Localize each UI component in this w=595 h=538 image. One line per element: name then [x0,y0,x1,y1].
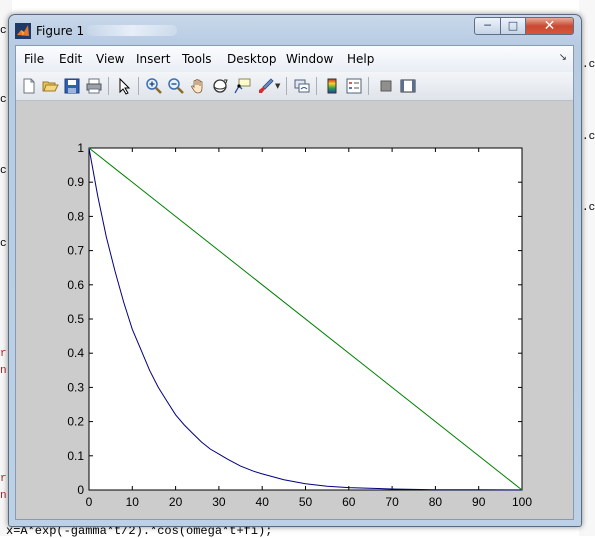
close-button[interactable]: ✕ [525,17,574,35]
minimize-button[interactable]: ─ [474,17,501,35]
y-tick-label: 0 [77,483,84,497]
y-tick-label: 0.2 [67,415,84,429]
rotate-3d-icon[interactable] [211,77,229,95]
hide-plot-tools-icon[interactable] [377,77,395,95]
axes-area: 0 10 20 30 40 50 60 70 80 90 100 0 0.1 0.2 0.3 0.4 0.5 0.… [16,101,573,519]
toolbar-separator [368,77,369,95]
save-icon[interactable] [63,77,81,95]
menu-insert[interactable]: Insert [136,52,170,66]
y-tick-label: 0.5 [67,312,84,326]
editor-left-mark: r [0,473,7,485]
menu-bar: File Edit View Insert Tools Desktop Wind… [16,46,573,73]
menu-tools[interactable]: Tools [182,52,212,66]
print-icon[interactable] [85,77,103,95]
menu-window[interactable]: Window [286,52,333,66]
toolbar-separator [316,77,317,95]
figure-window: Figure 1 ─ □ ✕ File Edit View Insert Too… [8,14,582,527]
editor-left-mark: n [0,365,7,377]
editor-left-mark: r [0,348,7,360]
menu-edit[interactable]: Edit [59,52,82,66]
editor-left-mark: c [0,94,7,106]
x-tick-label: 80 [429,495,443,509]
maximize-button[interactable]: □ [500,17,526,35]
x-tick-label: 100 [512,495,532,509]
y-tick-label: 0.9 [67,175,84,189]
x-tick-label: 30 [212,495,226,509]
y-tick-label: 0.3 [67,380,84,394]
editor-right-mark: .c [582,59,595,71]
x-tick-label: 60 [342,495,356,509]
maximize-icon: □ [507,19,519,32]
x-tick-label: 50 [299,495,313,509]
y-tick-label: 0.7 [67,244,84,258]
y-tick-label: 0.4 [67,346,84,360]
x-tick-label: 0 [86,495,93,509]
x-tick-label: 40 [256,495,270,509]
toolbar-separator [286,77,287,95]
editor-left-mark: c [0,25,7,37]
toolbar-separator [108,77,109,95]
new-figure-icon[interactable] [20,77,38,95]
show-plot-tools-icon[interactable] [399,77,417,95]
x-tick-label: 10 [126,495,140,509]
editor-right-mark: .c [582,131,595,143]
link-plot-icon[interactable] [293,77,311,95]
zoom-out-icon[interactable] [167,77,185,95]
menu-help[interactable]: Help [347,52,374,66]
data-cursor-icon[interactable] [233,77,251,95]
minimize-icon: ─ [484,19,491,32]
menu-view[interactable]: View [96,52,124,66]
x-tick-label: 70 [385,495,399,509]
toolbar-separator [138,77,139,95]
editor-left-mark: n [0,490,7,502]
line-chart[interactable]: 0 10 20 30 40 50 60 70 80 90 100 0 0.1 0.2 0.3 0.4 0.5 0.… [16,101,573,519]
arrow-icon[interactable]: ↘ [559,52,567,63]
editor-left-mark: c [0,238,7,250]
y-tick-label: 1 [77,141,84,155]
y-tick-label: 0.1 [67,449,84,463]
legend-icon[interactable] [345,77,363,95]
pan-hand-icon[interactable] [189,77,207,95]
figure-client-area: File Edit View Insert Tools Desktop Wind… [15,45,574,520]
window-title: Figure 1 [36,24,85,38]
title-blur [87,25,177,36]
figure-toolbar: ▼ [16,72,573,101]
edit-plot-arrow-icon[interactable] [115,77,133,95]
editor-left-mark: c [0,165,7,177]
open-file-icon[interactable] [41,77,59,95]
colorbar-icon[interactable] [323,77,341,95]
title-bar[interactable]: Figure 1 ─ □ ✕ [9,15,581,45]
zoom-in-icon[interactable] [145,77,163,95]
y-tick-label: 0.6 [67,278,84,292]
menu-desktop[interactable]: Desktop [227,52,277,66]
x-tick-label: 20 [169,495,183,509]
editor-right-mark: .c [582,202,595,214]
matlab-icon [15,23,31,39]
close-icon: ✕ [543,18,556,34]
brush-icon[interactable] [257,77,275,95]
brush-dropdown-icon[interactable]: ▼ [275,82,280,90]
menu-file[interactable]: File [24,52,44,66]
y-tick-label: 0.8 [67,209,84,223]
x-tick-label: 90 [472,495,486,509]
